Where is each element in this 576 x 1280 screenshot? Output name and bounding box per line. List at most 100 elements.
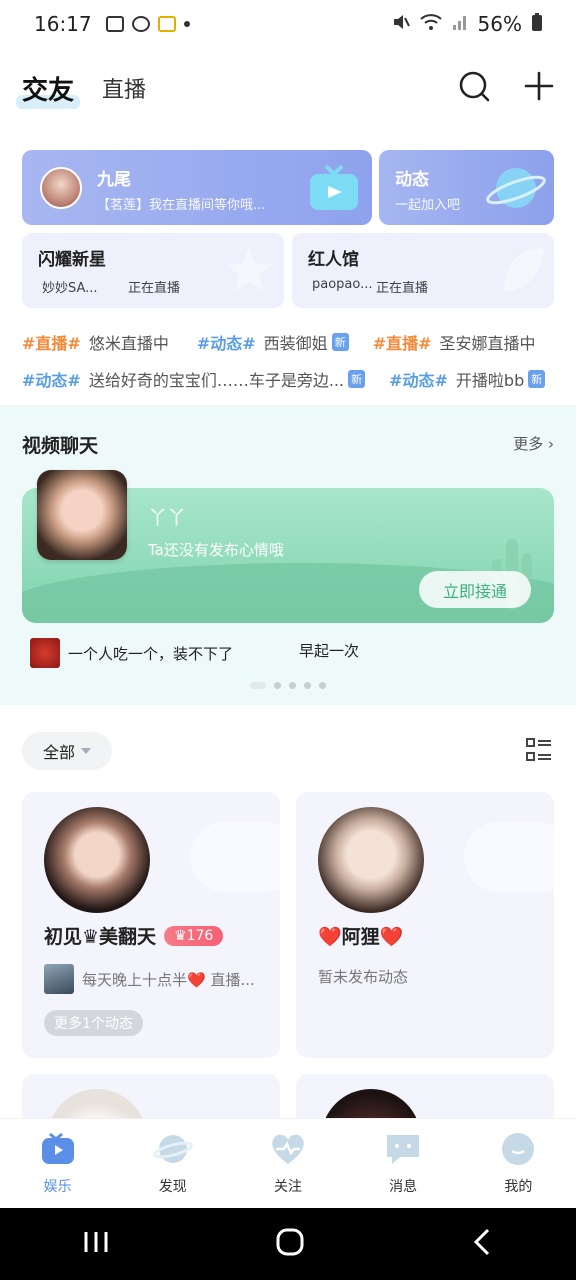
new-badge: 新 <box>331 333 349 351</box>
user-avatar[interactable] <box>318 807 424 913</box>
app-icon <box>131 16 150 32</box>
snapchat-icon <box>157 16 176 32</box>
user-name-row: 初见♛美翻天 ♛176 <box>44 922 224 949</box>
celebrity-hall-card[interactable]: 红人馆 paopao... 正在直播 <box>292 233 554 308</box>
cloud-decor <box>464 822 554 892</box>
mute-icon <box>392 12 410 36</box>
nav-discover[interactable]: 发现 <box>128 1132 218 1196</box>
nav-label: 关注 <box>273 1178 302 1195</box>
user-card[interactable]: ❤️阿狸❤️ 暂未发布动态 <box>296 792 554 1058</box>
nav-messages[interactable]: 消息 <box>358 1132 448 1196</box>
dropdown-arrow-icon <box>81 748 91 754</box>
more-label: 更多 <box>513 435 544 453</box>
topic-tag[interactable]: #动态# <box>197 330 256 354</box>
recent-thumbnail <box>30 638 60 668</box>
bottom-nav: 娱乐 发现 关注 消息 我的 <box>0 1118 576 1208</box>
filter-label: 全部 <box>42 743 75 762</box>
video-chat-username: 丫丫 <box>148 507 187 529</box>
user-name: ❤️阿狸❤️ <box>318 926 404 948</box>
recent-chat-row[interactable]: 一个人吃一个，装不下了 早起一次 <box>30 638 359 668</box>
carousel-dot <box>319 682 326 689</box>
nav-follow[interactable]: 关注 <box>243 1132 333 1196</box>
carousel-dot <box>274 682 281 689</box>
more-notifications-icon <box>183 21 190 27</box>
nav-me[interactable]: 我的 <box>473 1132 563 1196</box>
user-avatar[interactable] <box>44 807 150 913</box>
user-card[interactable]: 初见♛美翻天 ♛176 每天晚上十点半❤️ 直播... 更多1个动态 <box>22 792 280 1058</box>
entertainment-icon <box>40 1132 76 1170</box>
video-chat-title: 视频聊天 <box>22 435 99 457</box>
topic-text[interactable]: 送给好奇的宝宝们……车子是旁边... <box>89 367 344 391</box>
planet-icon <box>484 160 548 220</box>
status-bar: 16:17 56% <box>0 0 576 48</box>
new-badge: 新 <box>528 370 546 388</box>
topic-row-1: #直播# 悠米直播中 #动态# 西装御姐 新 #直播# 圣安娜直播中 <box>22 327 562 357</box>
streamer-avatar <box>40 167 82 209</box>
live-banner-subtitle: 【茗莲】我在直播间等你哦... <box>97 198 266 213</box>
battery-icon <box>532 12 542 36</box>
profile-icon <box>499 1132 537 1170</box>
topic-tag[interactable]: #动态# <box>389 367 448 391</box>
recent-chat-text-2: 早起一次 <box>299 641 360 660</box>
list-view-icon[interactable] <box>526 738 552 766</box>
moments-banner-card[interactable]: 动态 一起加入吧 <box>379 150 554 225</box>
video-chat-mood: Ta还没有发布心情哦 <box>148 541 284 559</box>
tab-friends[interactable]: 交友 <box>15 70 81 109</box>
rising-star-status: 正在直播 <box>128 281 181 296</box>
top-header: 交友 直播 <box>0 60 576 116</box>
carousel-dots <box>250 682 326 689</box>
rising-star-card[interactable]: 闪耀新星 妙妙SA... 正在直播 <box>22 233 284 308</box>
live-banner-title: 九尾 <box>97 170 131 190</box>
live-banner-card[interactable]: 九尾 【茗莲】我在直播间等你哦... <box>22 150 372 225</box>
search-icon[interactable] <box>458 70 490 106</box>
recent-chat-text-1: 一个人吃一个，装不下了 <box>68 644 234 663</box>
nav-label: 我的 <box>504 1178 533 1195</box>
add-icon[interactable] <box>524 71 554 105</box>
topic-tag[interactable]: #动态# <box>22 367 81 391</box>
status-time: 16:17 <box>34 12 92 36</box>
video-chat-avatar[interactable] <box>37 470 127 560</box>
notification-icons <box>105 16 190 32</box>
discover-icon <box>152 1132 193 1170</box>
nav-label: 发现 <box>158 1178 187 1195</box>
heart-icon <box>268 1132 308 1170</box>
celebrity-hall-title: 红人馆 <box>308 250 359 270</box>
wifi-icon <box>419 12 442 36</box>
user-moment-text: 每天晚上十点半❤️ 直播... <box>82 970 255 989</box>
carousel-dot <box>250 682 266 689</box>
leaf-decor-icon <box>494 241 548 303</box>
recent-apps-icon[interactable] <box>82 1230 110 1258</box>
moment-thumbnail <box>44 964 74 994</box>
topic-text[interactable]: 西装御姐 <box>264 330 328 354</box>
star-decor-icon <box>224 245 274 299</box>
home-icon[interactable] <box>275 1227 305 1261</box>
nav-entertainment[interactable]: 娱乐 <box>13 1132 103 1196</box>
connect-button[interactable]: 立即接通 <box>419 571 531 608</box>
more-moments-pill[interactable]: 更多1个动态 <box>44 1010 143 1036</box>
carousel-dot <box>304 682 311 689</box>
topic-tag[interactable]: #直播# <box>373 330 432 354</box>
filter-dropdown[interactable]: 全部 <box>22 732 112 770</box>
chevron-right-icon: › <box>548 435 554 453</box>
user-name: 初见♛美翻天 <box>44 926 157 948</box>
battery-percent: 56% <box>477 12 522 36</box>
user-moment-text: 暂未发布动态 <box>318 968 409 986</box>
gallery-icon <box>105 16 124 32</box>
signal-icon <box>452 12 468 36</box>
nav-label: 娱乐 <box>43 1178 72 1195</box>
tab-live[interactable]: 直播 <box>102 72 146 104</box>
nav-label: 消息 <box>389 1178 418 1195</box>
celebrity-hall-name: paopao... <box>312 277 373 292</box>
message-icon <box>384 1132 422 1170</box>
topic-text[interactable]: 圣安娜直播中 <box>440 330 536 354</box>
video-chat-more-link[interactable]: 更多 › <box>513 433 554 454</box>
user-moment[interactable]: 每天晚上十点半❤️ 直播... <box>44 964 264 994</box>
moments-banner-subtitle: 一起加入吧 <box>395 198 461 213</box>
topic-tag[interactable]: #直播# <box>22 330 81 354</box>
rising-star-title: 闪耀新星 <box>38 250 106 270</box>
topic-text[interactable]: 悠米直播中 <box>89 330 169 354</box>
topic-text[interactable]: 开播啦bb <box>456 367 524 391</box>
back-icon[interactable] <box>470 1227 494 1261</box>
level-badge: ♛176 <box>164 925 224 946</box>
celebrity-hall-status: 正在直播 <box>376 281 429 296</box>
